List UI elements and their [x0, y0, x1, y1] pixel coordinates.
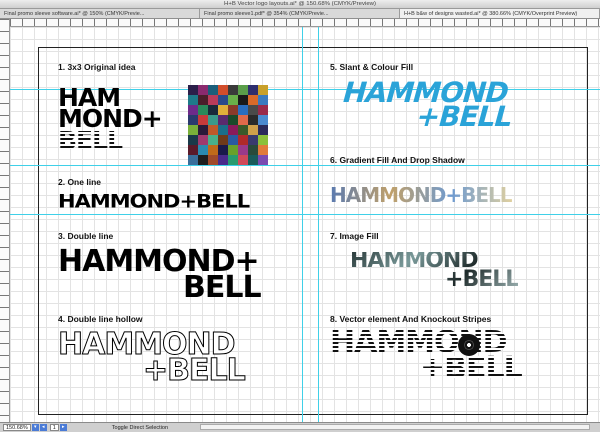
logo-double-line-hollow: HAMMOND +BELL [58, 327, 247, 388]
prev-artboard-icon[interactable]: ◂ [39, 424, 47, 431]
document-tabs: Final promo sleeve software.ai* @ 150% (… [0, 9, 600, 19]
app-window: H+B Vector logo layouts.ai* @ 150.68% (C… [0, 0, 600, 432]
status-mode-text: Toggle Direct Selection [111, 424, 169, 431]
logo-double-line: HAMMOND+ BELL [58, 244, 262, 305]
guide-line[interactable] [10, 165, 600, 166]
section-label-5: 5. Slant & Colour Fill [330, 62, 414, 72]
page-field[interactable]: 1 [49, 424, 59, 431]
guide-line[interactable] [10, 214, 600, 215]
horizontal-scrollbar[interactable] [200, 424, 590, 430]
window-title: H+B Vector logo layouts.ai* @ 150.68% (C… [0, 0, 600, 9]
logo-one-line: HAMMOND+BELL [58, 190, 250, 212]
zoom-field[interactable]: 150.68% [3, 424, 31, 431]
logo-image-fill: HAMMOND +BELL [350, 248, 519, 292]
tab-document-3[interactable]: H+B b&w of designs wasted.ai* @ 380.66% … [400, 9, 600, 18]
artboard-canvas[interactable]: 1. 3x3 Original idea HAM MOND+ BELL 2. O… [10, 27, 600, 422]
section-label-4: 4. Double line hollow [58, 314, 143, 324]
zoom-dropdown-icon[interactable]: ▾ [31, 424, 39, 431]
section-label-7: 7. Image Fill [330, 231, 379, 241]
colour-mosaic-image [188, 85, 268, 165]
logo-gradient-shadow: HAMMOND+BELL [330, 183, 513, 207]
guide-line[interactable] [302, 27, 303, 422]
tab-document-2[interactable]: Final promo sleeve1.pdf* @ 354% (CMYK/Pr… [200, 9, 400, 18]
tab-document-1[interactable]: Final promo sleeve software.ai* @ 150% (… [0, 9, 200, 18]
section-label-8: 8. Vector element And Knockout Stripes [330, 314, 492, 324]
vinyl-record-icon [458, 334, 480, 356]
vertical-ruler[interactable] [0, 19, 10, 422]
next-artboard-icon[interactable]: ▸ [59, 424, 67, 431]
section-label-1: 1. 3x3 Original idea [58, 62, 136, 72]
logo-3x3: HAM MOND+ BELL [58, 83, 163, 155]
section-label-6: 6. Gradient Fill And Drop Shadow [330, 155, 465, 165]
section-label-2: 2. One line [58, 177, 101, 187]
section-label-3: 3. Double line [58, 231, 114, 241]
horizontal-ruler[interactable] [10, 19, 600, 27]
logo-slant-colour: HAMMOND +BELL [338, 76, 516, 133]
logo-knockout-stripes: HAMMOND +BELL [330, 325, 522, 386]
guide-line[interactable] [318, 27, 319, 422]
